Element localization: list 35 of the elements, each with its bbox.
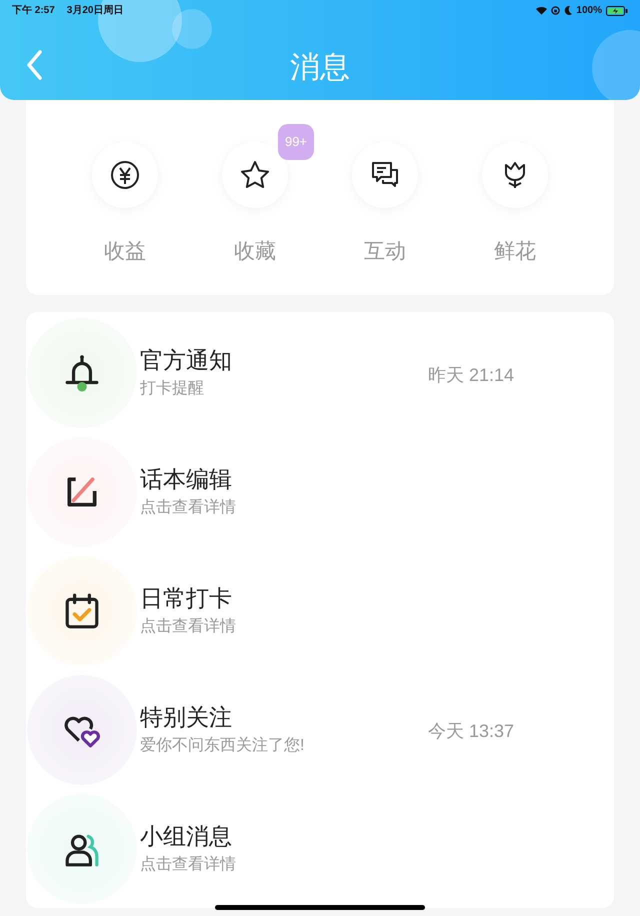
back-icon bbox=[26, 50, 42, 80]
bell-icon bbox=[63, 354, 101, 392]
message-subtitle: 点击查看详情 bbox=[140, 854, 236, 875]
message-row[interactable]: 话本编辑 点击查看详情 bbox=[26, 432, 614, 552]
shortcut-label: 鲜花 bbox=[494, 239, 536, 265]
calendar-icon bbox=[63, 592, 101, 630]
message-title: 话本编辑 bbox=[140, 465, 233, 494]
shortcut-label: 收藏 bbox=[234, 239, 276, 265]
status-time: 下午 2:57 bbox=[12, 4, 55, 18]
shortcut-label: 收益 bbox=[104, 239, 146, 265]
page-title: 消息 bbox=[289, 50, 351, 86]
message-title: 日常打卡 bbox=[140, 584, 233, 613]
message-row[interactable]: 日常打卡 点击查看详情 bbox=[26, 552, 614, 670]
message-title: 特别关注 bbox=[140, 702, 233, 732]
message-time: 今天 13:37 bbox=[428, 720, 514, 744]
message-subtitle: 点击查看详情 bbox=[140, 616, 236, 637]
message-subtitle: 爱你不问东西关注了您! bbox=[140, 736, 304, 756]
yen-icon bbox=[109, 159, 141, 191]
wifi-icon bbox=[536, 6, 548, 15]
count-badge: 99+ bbox=[278, 124, 314, 160]
message-subtitle: 打卡提醒 bbox=[140, 378, 205, 400]
moon-icon bbox=[564, 6, 572, 15]
battery-percent: 100% bbox=[576, 4, 602, 18]
battery-icon bbox=[606, 6, 628, 16]
message-time: 昨天 21:14 bbox=[428, 364, 514, 387]
message-row[interactable]: 小组消息 点击查看详情 bbox=[26, 789, 614, 908]
message-row[interactable]: 官方通知 打卡提醒 昨天 21:14 bbox=[26, 314, 614, 433]
star-icon bbox=[239, 159, 271, 191]
status-date: 3月20日周日 bbox=[66, 4, 124, 18]
message-subtitle: 点击查看详情 bbox=[140, 498, 236, 518]
message-row[interactable]: 特别关注 爱你不问东西关注了您! 今天 13:37 bbox=[26, 670, 614, 790]
shortcut-label: 互动 bbox=[364, 239, 406, 265]
message-title: 小组消息 bbox=[140, 822, 233, 851]
message-title: 官方通知 bbox=[140, 346, 232, 376]
rotation-lock-icon bbox=[551, 6, 560, 15]
